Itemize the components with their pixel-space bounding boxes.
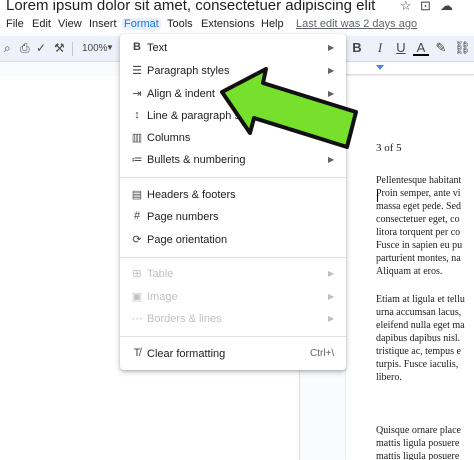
menu-item-label: Borders & lines	[147, 313, 222, 325]
submenu-arrow-icon: ▶	[328, 155, 335, 164]
page-numbers-icon: #	[133, 210, 141, 222]
chevron-down-icon[interactable]: ▼	[106, 43, 114, 52]
menu-item-table: ⊞ Table ▶	[120, 264, 346, 286]
folder-move-icon[interactable]: ⊡	[420, 0, 431, 14]
submenu-arrow-icon: ▶	[328, 66, 335, 75]
line-spacing-icon: ↕	[134, 109, 140, 121]
format-menu: B Text ▶ ☰ Paragraph styles ▶ ⇥ Align & …	[120, 34, 346, 370]
clear-formatting-icon: T̸	[133, 347, 141, 359]
menu-item-label: Clear formatting	[147, 348, 226, 360]
table-icon: ⊞	[132, 268, 142, 280]
star-icon[interactable]: ☆	[400, 0, 412, 14]
menu-item-label: Align & indent	[147, 88, 215, 100]
bold-icon: B	[133, 41, 141, 53]
menu-item-label: Headers & footers	[147, 189, 236, 201]
link-icon[interactable]: ⛓	[454, 40, 471, 56]
submenu-arrow-icon: ▶	[328, 43, 335, 52]
menu-divider	[120, 257, 346, 258]
text-color-button[interactable]: A	[413, 40, 429, 56]
paragraph-2[interactable]: Etiam at ligula et tellu urna accumsan l…	[376, 293, 474, 384]
menu-item-text[interactable]: B Text ▶	[120, 38, 346, 60]
spellcheck-icon[interactable]: ✓	[36, 41, 46, 55]
search-menus-icon[interactable]: ⌕	[4, 41, 11, 56]
menu-item-label: Text	[147, 42, 168, 54]
menu-edit[interactable]: Edit	[30, 18, 53, 30]
paragraph-styles-icon: ☰	[132, 65, 142, 77]
menu-item-clear-formatting[interactable]: T̸ Clear formatting Ctrl+\	[120, 344, 346, 366]
print-icon[interactable]: ⎙	[20, 41, 30, 56]
align-indent-icon: ⇥	[132, 88, 142, 100]
document-title[interactable]: Lorem ipsum dolor sit amet, consectetuer…	[6, 0, 375, 14]
bold-button[interactable]: B	[349, 40, 365, 55]
bullets-icon: ≔	[131, 154, 143, 166]
menu-item-label: Paragraph styles	[147, 65, 230, 77]
menu-item-label: Page orientation	[147, 234, 228, 246]
page-number: 3 of 5	[376, 142, 402, 154]
highlight-pen-icon[interactable]: ✎	[433, 40, 449, 56]
menu-item-borders-lines: ⋯ Borders & lines ▶	[120, 309, 346, 331]
menu-divider	[120, 336, 346, 337]
zoom-select[interactable]: 100%	[82, 43, 108, 54]
menu-bar: File Edit View Insert Format Tools Exten…	[0, 16, 474, 34]
menu-item-page-numbers[interactable]: # Page numbers	[120, 207, 346, 229]
menu-item-label: Columns	[147, 132, 191, 144]
page-orientation-icon: ⟳	[132, 234, 142, 246]
last-edit-link[interactable]: Last edit was 2 days ago	[296, 18, 417, 30]
text-cursor	[377, 190, 378, 202]
cloud-status-icon[interactable]: ☁	[440, 0, 453, 14]
submenu-arrow-icon: ▶	[328, 133, 335, 142]
menu-tools[interactable]: Tools	[165, 18, 195, 30]
submenu-arrow-icon: ▶	[328, 314, 335, 323]
menu-item-bullets-numbering[interactable]: ≔ Bullets & numbering ▶	[120, 150, 346, 172]
menu-item-align-indent[interactable]: ⇥ Align & indent ▶	[120, 84, 346, 106]
borders-icon: ⋯	[131, 313, 143, 325]
menu-item-headers-footers[interactable]: ▤ Headers & footers	[120, 185, 346, 207]
menu-file[interactable]: File	[4, 18, 26, 30]
image-icon: ▣	[131, 291, 143, 303]
title-bar: Lorem ipsum dolor sit amet, consectetuer…	[0, 0, 474, 16]
menu-item-paragraph-styles[interactable]: ☰ Paragraph styles ▶	[120, 61, 346, 83]
document-page[interactable]: 3 of 5 Pellentesque habitant Proin sempe…	[346, 76, 474, 460]
headers-footers-icon: ▤	[131, 189, 143, 201]
menu-item-label: Image	[147, 291, 178, 303]
submenu-arrow-icon: ▶	[328, 292, 335, 301]
submenu-arrow-icon: ▶	[328, 111, 335, 120]
submenu-arrow-icon: ▶	[328, 269, 335, 278]
shortcut-label: Ctrl+\	[310, 348, 335, 359]
menu-format[interactable]: Format	[122, 18, 161, 30]
menu-view[interactable]: View	[56, 18, 84, 30]
menu-divider	[120, 177, 346, 178]
menu-item-page-orientation[interactable]: ⟳ Page orientation	[120, 230, 346, 252]
menu-extensions[interactable]: Extensions	[199, 18, 257, 30]
paragraph-1[interactable]: Pellentesque habitant Proin semper, ante…	[376, 174, 474, 278]
menu-item-label: Page numbers	[147, 211, 219, 223]
menu-help[interactable]: Help	[259, 18, 286, 30]
indent-marker[interactable]	[376, 65, 384, 70]
underline-button[interactable]: U	[393, 40, 409, 55]
columns-icon: ▥	[131, 132, 143, 144]
menu-insert[interactable]: Insert	[87, 18, 119, 30]
paint-format-icon[interactable]: ⚒	[54, 41, 65, 55]
menu-item-label: Line & paragraph spacing	[147, 110, 273, 122]
menu-item-label: Bullets & numbering	[147, 154, 246, 166]
paragraph-3[interactable]: Quisque ornare place mattis ligula posue…	[376, 424, 474, 460]
toolbar-divider	[72, 42, 73, 56]
ruler	[346, 63, 474, 75]
italic-button[interactable]: I	[372, 40, 388, 56]
menu-item-image: ▣ Image ▶	[120, 287, 346, 309]
menu-item-label: Table	[147, 268, 174, 280]
menu-item-line-spacing[interactable]: ↕ Line & paragraph spacing ▶	[120, 106, 346, 128]
menu-item-columns[interactable]: ▥ Columns ▶	[120, 128, 346, 150]
submenu-arrow-icon: ▶	[328, 89, 335, 98]
